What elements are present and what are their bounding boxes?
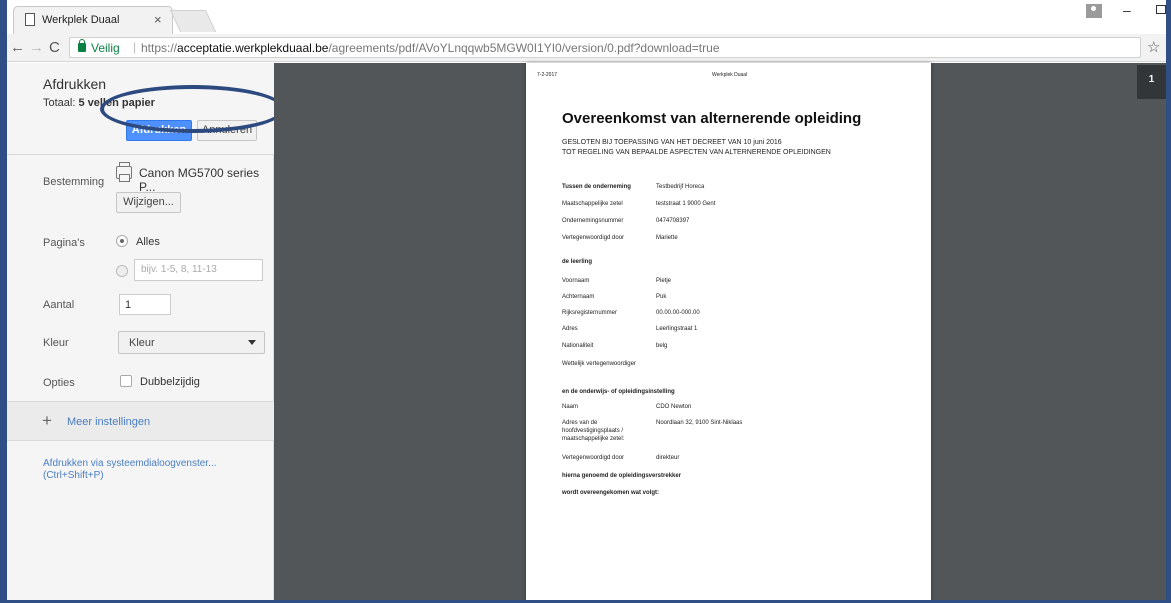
minimize-icon[interactable]: –: [1123, 2, 1131, 18]
secure-label: Veilig: [91, 41, 120, 55]
printer-icon: [116, 162, 132, 182]
school-heading: en de onderwijs- of opleidingsinstelling: [562, 389, 675, 395]
pages-label: Pagina's: [43, 237, 85, 249]
page-header-site: Werkplek Duaal: [712, 72, 748, 78]
new-tab-button[interactable]: [169, 10, 217, 32]
row-key: maatschappelijke zetel:: [562, 436, 625, 442]
document-title: Overeenkomst van alternerende opleiding: [562, 110, 862, 127]
row-value: teststraat 1 9000 Gent: [656, 201, 716, 207]
row-value: CDO Newton: [656, 404, 692, 410]
destination-label: Bestemming: [43, 176, 105, 188]
row-value: 00.00.00-000.00: [656, 310, 700, 316]
url-separator: |: [133, 40, 137, 54]
row-key: Adres: [562, 326, 578, 332]
forward-icon[interactable]: →: [29, 39, 44, 56]
row-key: Ondernemingsnummer: [562, 218, 624, 224]
closing-line-1: hierna genoemd de opleidingsverstrekker: [562, 473, 682, 479]
row-key: Vertegenwoordigd door: [562, 235, 625, 241]
tab-title: Werkplek Duaal: [42, 14, 120, 26]
plus-icon: +: [42, 411, 52, 430]
document-subtitle-2: TOT REGELING VAN BEPAALDE ASPECTEN VAN A…: [562, 149, 831, 156]
maximize-icon[interactable]: [1156, 5, 1166, 14]
row-key: Rijksregisternummer: [562, 310, 618, 316]
print-total-prefix: Totaal:: [43, 97, 79, 109]
change-destination-button[interactable]: Wijzigen...: [116, 192, 181, 213]
pages-input[interactable]: bijv. 1-5, 8, 11-13: [134, 259, 263, 281]
row-value: Noordlaan 32, 9100 Sint-Niklaas: [656, 420, 743, 426]
row-value: Puk: [656, 294, 667, 300]
print-preview[interactable]: 7-2-2017 Werkplek Duaal Overeenkomst van…: [274, 63, 1166, 600]
tab-strip: Werkplek Duaal × –: [7, 0, 1166, 34]
row-key: Voornaam: [562, 278, 590, 284]
pages-custom-radio[interactable]: [116, 265, 128, 277]
row-value: Mariette: [656, 235, 678, 241]
browser-window: Werkplek Duaal × – ← → C Veilig | https:…: [0, 0, 1171, 603]
document-subtitle-1: GESLOTEN BIJ TOEPASSING VAN HET DECREET …: [562, 139, 782, 146]
pages-all-radio[interactable]: [116, 235, 128, 247]
reload-icon[interactable]: C: [49, 39, 60, 56]
chevron-down-icon: [248, 340, 256, 345]
row-key: Vertegenwoordigd door: [562, 455, 625, 461]
row-key: Adres van de: [562, 420, 598, 426]
row-key: hoofdvestigingsplaats /: [562, 428, 624, 434]
row-key: Wettelijk vertegenwoordiger: [562, 361, 636, 367]
student-heading: de leerling: [562, 259, 593, 265]
star-icon[interactable]: ☆: [1147, 38, 1160, 56]
row-key: Naam: [562, 404, 579, 410]
row-value: 0474708397: [656, 218, 690, 224]
copies-input[interactable]: 1: [119, 294, 171, 315]
annotation-ellipse: [100, 85, 285, 133]
preview-page: 7-2-2017 Werkplek Duaal Overeenkomst van…: [526, 63, 931, 600]
url-text[interactable]: https://acceptatie.werkplekduaal.be/agre…: [141, 41, 720, 55]
pages-all-label: Alles: [136, 236, 160, 248]
row-value: direkteur: [656, 455, 680, 461]
page-icon: [25, 13, 35, 26]
more-settings-label: Meer instellingen: [67, 416, 151, 428]
duplex-label: Dubbelzijdig: [140, 376, 200, 388]
close-tab-icon[interactable]: ×: [154, 12, 162, 27]
user-icon[interactable]: [1086, 4, 1102, 18]
row-key: Nationaliteit: [562, 343, 594, 349]
company-name: Testbedrijf Horeca: [656, 184, 705, 190]
print-title: Afdrukken: [43, 76, 107, 92]
browser-toolbar: ← → C Veilig | https://acceptatie.werkpl…: [7, 34, 1166, 62]
printer-name: Canon MG5700 series P...: [139, 166, 260, 194]
page-date: 7-2-2017: [537, 72, 558, 78]
options-label: Opties: [43, 377, 75, 389]
system-dialog-shortcut: (Ctrl+Shift+P): [43, 470, 104, 481]
print-settings-panel: Afdrukken Totaal: 5 vellen papier Afdruk…: [7, 63, 285, 600]
row-value: Pietje: [656, 278, 672, 284]
url-path: /agreements/pdf/AVoYLnqqwb5MGW0I1YI0/ver…: [328, 41, 720, 55]
tab-werkplek-duaal[interactable]: Werkplek Duaal ×: [13, 6, 173, 34]
url-host: acceptatie.werkplekduaal.be: [177, 41, 329, 55]
row-value: Leerlingstraat 1: [656, 326, 698, 332]
closing-line-2: wordt overeengekomen wat volgt:: [562, 490, 660, 496]
lock-icon: [78, 39, 86, 52]
back-icon[interactable]: ←: [10, 39, 25, 56]
print-header: Afdrukken Totaal: 5 vellen papier Afdruk…: [7, 63, 285, 155]
more-settings-toggle[interactable]: + Meer instellingen: [7, 401, 274, 441]
color-select[interactable]: Kleur: [118, 331, 265, 354]
company-heading: Tussen de onderneming: [562, 184, 631, 190]
duplex-checkbox[interactable]: [120, 375, 132, 387]
system-dialog-link[interactable]: Afdrukken via systeemdialoogvenster... (…: [43, 458, 263, 482]
copies-label: Aantal: [43, 299, 75, 311]
color-label: Kleur: [43, 337, 69, 349]
row-value: belg: [656, 343, 668, 349]
system-dialog-link-text: Afdrukken via systeemdialoogvenster...: [43, 458, 217, 469]
page-number-badge[interactable]: 1: [1137, 65, 1166, 99]
row-key: Achternaam: [562, 294, 595, 300]
url-scheme: https://: [141, 41, 178, 55]
address-bar[interactable]: Veilig | https://acceptatie.werkplekduaa…: [69, 37, 1141, 58]
color-select-value: Kleur: [129, 337, 155, 349]
row-key: Maatschappelijke zetel: [562, 201, 623, 207]
